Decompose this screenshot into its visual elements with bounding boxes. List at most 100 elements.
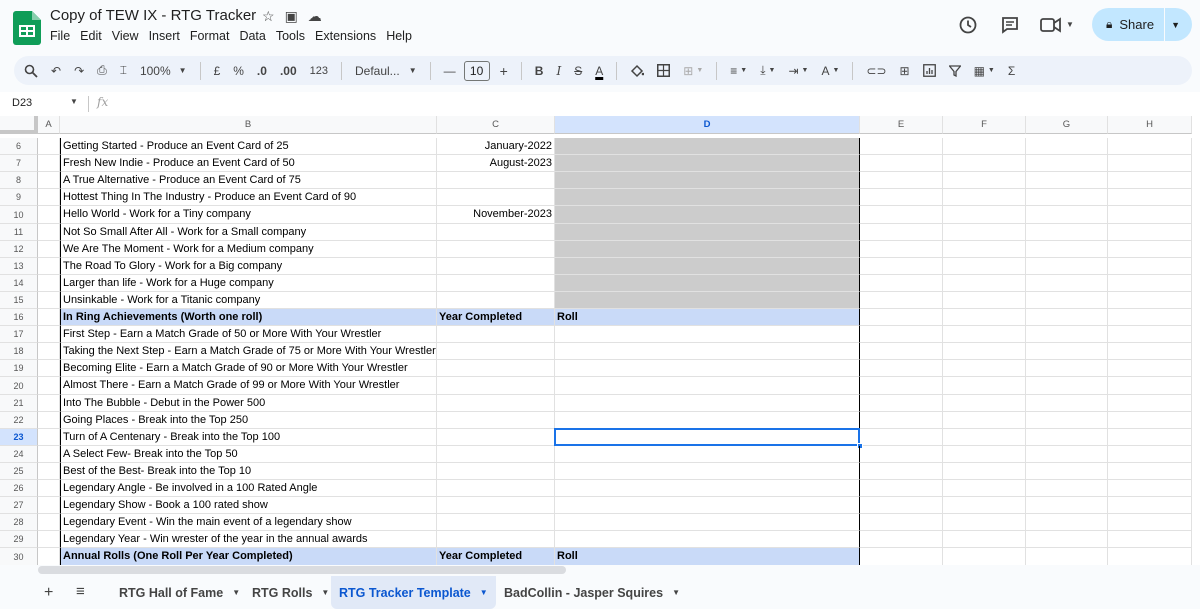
empty-cell[interactable] (860, 172, 943, 189)
year-completed-cell[interactable]: November-2023 (437, 206, 555, 224)
empty-cell[interactable] (860, 497, 943, 514)
achievement-cell[interactable]: Legendary Year - Win wrester of the year… (60, 531, 437, 548)
empty-cell[interactable] (1108, 138, 1192, 155)
cell-a[interactable] (38, 377, 60, 395)
empty-cell[interactable] (860, 343, 943, 360)
year-completed-cell[interactable] (437, 360, 555, 377)
strikethrough-button[interactable]: S (574, 64, 582, 78)
row-header[interactable]: 14 (0, 275, 38, 292)
empty-cell[interactable] (1026, 241, 1108, 258)
empty-cell[interactable] (860, 241, 943, 258)
empty-cell[interactable] (860, 309, 943, 326)
comments-icon[interactable] (998, 13, 1022, 37)
cell-a[interactable] (38, 206, 60, 224)
row-header[interactable]: 19 (0, 360, 38, 377)
empty-cell[interactable] (1026, 326, 1108, 343)
menu-file[interactable]: File (50, 29, 75, 43)
vertical-align-icon[interactable]: ⤓ ▼ (760, 63, 775, 78)
achievement-cell[interactable]: The Road To Glory - Work for a Big compa… (60, 258, 437, 275)
cell-a[interactable] (38, 343, 60, 360)
row-header[interactable]: 16 (0, 309, 38, 326)
active-cell-selection[interactable] (554, 428, 860, 446)
year-completed-cell[interactable] (437, 172, 555, 189)
insert-chart-icon[interactable] (922, 64, 936, 77)
empty-cell[interactable] (943, 377, 1026, 395)
empty-cell[interactable] (1108, 548, 1192, 565)
empty-cell[interactable] (1026, 155, 1108, 172)
year-completed-cell[interactable] (437, 514, 555, 531)
empty-cell[interactable] (1026, 412, 1108, 429)
add-sheet-icon[interactable]: + (44, 584, 53, 602)
year-completed-cell[interactable]: August-2023 (437, 155, 555, 172)
empty-cell[interactable] (860, 531, 943, 548)
column-header-b[interactable]: B (60, 116, 437, 134)
empty-cell[interactable] (1026, 224, 1108, 241)
chevron-down-icon[interactable]: ▼ (70, 97, 78, 106)
document-title[interactable]: Copy of TEW IX - RTG Tracker (50, 7, 256, 24)
percent-format-button[interactable]: % (233, 64, 244, 78)
empty-cell[interactable] (943, 360, 1026, 377)
roll-cell[interactable] (555, 514, 860, 531)
column-header-e[interactable]: E (860, 116, 943, 134)
empty-cell[interactable] (1108, 309, 1192, 326)
column-header-h[interactable]: H (1108, 116, 1192, 134)
sheet-tab[interactable]: RTG Hall of Fame ▼ (119, 576, 240, 609)
empty-cell[interactable] (860, 189, 943, 206)
row-header[interactable]: 7 (0, 155, 38, 172)
section-header-cell[interactable]: Annual Rolls (One Roll Per Year Complete… (60, 548, 437, 565)
empty-cell[interactable] (860, 326, 943, 343)
empty-cell[interactable] (1108, 377, 1192, 395)
empty-cell[interactable] (860, 155, 943, 172)
row-header[interactable]: 23 (0, 429, 38, 446)
cell-a[interactable] (38, 275, 60, 292)
empty-cell[interactable] (943, 429, 1026, 446)
empty-cell[interactable] (1026, 206, 1108, 224)
cell-a[interactable] (38, 446, 60, 463)
column-header-g[interactable]: G (1026, 116, 1108, 134)
empty-cell[interactable] (943, 292, 1026, 309)
empty-cell[interactable] (943, 395, 1026, 412)
bold-button[interactable]: B (535, 64, 544, 78)
year-completed-cell[interactable] (437, 429, 555, 446)
cell-a[interactable] (38, 548, 60, 565)
achievement-cell[interactable]: Best of the Best- Break into the Top 10 (60, 463, 437, 480)
empty-cell[interactable] (860, 412, 943, 429)
column-header-f[interactable]: F (943, 116, 1026, 134)
insert-comment-icon[interactable]: ⊞ (900, 64, 910, 78)
empty-cell[interactable] (1026, 377, 1108, 395)
achievement-cell[interactable]: A Select Few- Break into the Top 50 (60, 446, 437, 463)
empty-cell[interactable] (860, 224, 943, 241)
column-header-c[interactable]: C (437, 116, 555, 134)
roll-cell[interactable] (555, 206, 860, 224)
empty-cell[interactable] (860, 258, 943, 275)
spreadsheet-grid[interactable]: A B C D E F G H 6 Getting Started - Produce an Ev… (0, 116, 1200, 565)
chevron-down-icon[interactable]: ▼ (672, 588, 680, 597)
cell-a[interactable] (38, 326, 60, 343)
roll-cell[interactable] (555, 377, 860, 395)
empty-cell[interactable] (1108, 343, 1192, 360)
empty-cell[interactable] (1026, 497, 1108, 514)
achievement-cell[interactable]: We Are The Moment - Work for a Medium co… (60, 241, 437, 258)
year-completed-cell[interactable] (437, 377, 555, 395)
empty-cell[interactable] (1108, 480, 1192, 497)
year-completed-cell[interactable] (437, 395, 555, 412)
empty-cell[interactable] (1026, 360, 1108, 377)
empty-cell[interactable] (860, 429, 943, 446)
star-icon[interactable]: ☆ (262, 8, 275, 25)
horizontal-align-icon[interactable]: ≡ ▼ (730, 64, 747, 78)
paint-format-icon[interactable]: ⌶ (120, 63, 127, 78)
text-rotation-icon[interactable]: A ▼ (821, 64, 839, 78)
row-header[interactable]: 17 (0, 326, 38, 343)
chevron-down-icon[interactable]: ▼ (480, 588, 488, 597)
cell-a[interactable] (38, 292, 60, 309)
empty-cell[interactable] (1026, 531, 1108, 548)
empty-cell[interactable] (1108, 446, 1192, 463)
cell-a[interactable] (38, 480, 60, 497)
increase-decimal-button[interactable]: .00 (280, 64, 297, 78)
year-completed-cell[interactable] (437, 224, 555, 241)
menu-view[interactable]: View (107, 29, 144, 43)
roll-cell[interactable] (555, 224, 860, 241)
empty-cell[interactable] (1026, 343, 1108, 360)
achievement-cell[interactable]: Into The Bubble - Debut in the Power 500 (60, 395, 437, 412)
roll-cell[interactable] (555, 412, 860, 429)
